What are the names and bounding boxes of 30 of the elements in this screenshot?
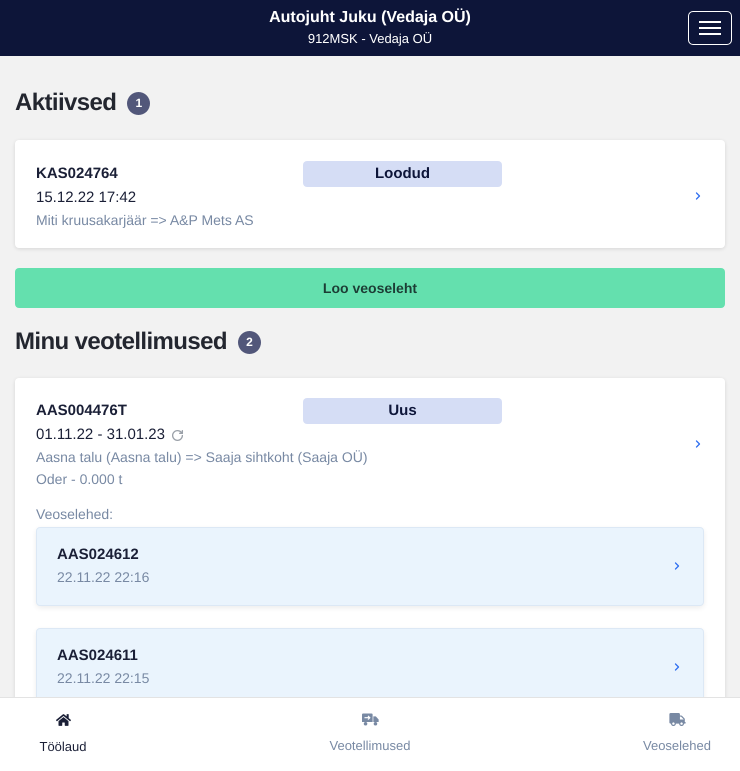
section-heading: Aktiivsed — [15, 88, 116, 118]
menu-icon — [699, 21, 721, 35]
menu-button[interactable] — [688, 11, 732, 45]
status-badge: Loodud — [303, 161, 502, 187]
waybill-number: AAS024611 — [57, 646, 138, 666]
count-badge: 2 — [238, 330, 261, 354]
waybill-card[interactable]: AAS024611 22.11.22 22:15 — [36, 628, 704, 697]
order-period: 01.11.22 - 31.01.23 — [36, 424, 165, 445]
nav-tab[interactable]: Veotellimused — [320, 704, 420, 764]
waybill-date: 15.12.22 17:42 — [36, 188, 136, 208]
create-waybill-button[interactable]: Loo veoseleht — [15, 268, 725, 308]
waybill-date: 22.11.22 22:16 — [57, 568, 150, 587]
waybill-number: AAS024612 — [57, 545, 139, 565]
vehicle-subtitle: 912MSK - Vedaja OÜ — [308, 30, 432, 48]
nav-tab[interactable]: Veoselehed — [627, 704, 727, 764]
waybill-number: KAS024764 — [36, 164, 119, 184]
waybill-date: 22.11.22 22:15 — [57, 669, 150, 688]
order-number: AAS004476T — [36, 400, 128, 421]
route-text: Aasna talu (Aasna talu) => Saaja sihtkoht (Saaja OÜ) — [36, 448, 368, 467]
status-badge: Uus — [303, 398, 502, 424]
order-summary[interactable]: AAS004476T Uus 01.11.22 - 31.01.23 Aasna talu (Aasna talu) => Saaja sihtkoht (Saaja OÜ) Oder - 0.000 t — [36, 398, 704, 490]
nav-tab[interactable]: Töölaud — [13, 704, 113, 764]
waybills-label: Veoselehed: — [36, 505, 114, 524]
cargo-text: Oder - 0.000 t — [36, 470, 122, 489]
driver-title: Autojuht Juku (Vedaja OÜ) — [269, 8, 471, 28]
route-text: Miti kruusakarjäär => A&P Mets AS — [36, 211, 254, 230]
active-waybill-card[interactable]: KAS024764 Loodud 15.12.22 17:42 Miti kruusakarjäär => A&P Mets AS — [15, 140, 725, 248]
section-heading: Minu veotellimused — [15, 327, 227, 357]
waybill-card[interactable]: AAS024612 22.11.22 22:16 — [36, 527, 704, 606]
count-badge: 1 — [127, 92, 150, 114]
